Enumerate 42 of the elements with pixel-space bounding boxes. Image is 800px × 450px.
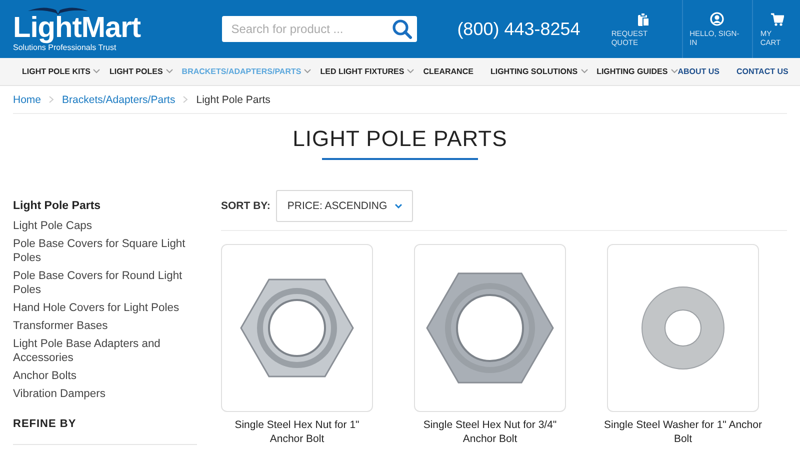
search-field[interactable]: Search for product ... bbox=[222, 16, 388, 42]
breadcrumb-link[interactable]: Brackets/Adapters/Parts bbox=[62, 94, 176, 106]
page-title: LIGHT POLE PARTS bbox=[292, 126, 508, 152]
category-link[interactable]: Pole Base Covers for Square Light Poles bbox=[13, 235, 197, 267]
search-icon bbox=[392, 19, 412, 39]
category-link[interactable]: Light Pole Caps bbox=[13, 217, 197, 235]
category-link[interactable]: Light Pole Base Adapters and Accessories bbox=[13, 335, 197, 367]
logo-wordmark[interactable]: LightMart bbox=[13, 14, 210, 42]
nav-link[interactable]: LIGHT POLE KITS bbox=[22, 67, 100, 76]
category-link[interactable]: Vibration Dampers bbox=[13, 385, 197, 403]
breadcrumb-link[interactable]: Home bbox=[13, 94, 42, 106]
category-link[interactable]: Hand Hole Covers for Light Poles bbox=[13, 299, 197, 317]
nav-link[interactable]: LED LIGHT FIXTURES bbox=[320, 67, 414, 76]
product-title[interactable]: Single Steel Hex Nut for 3/4" Anchor Bolt bbox=[410, 418, 570, 446]
product-image-frame[interactable] bbox=[414, 244, 566, 412]
category-link[interactable]: Anchor Bolts bbox=[13, 367, 197, 385]
sort-dropdown[interactable]: PRICE: ASCENDING bbox=[276, 190, 414, 222]
sidebar-heading: Light Pole Parts bbox=[13, 200, 102, 212]
breadcrumb-current: Light Pole Parts bbox=[196, 94, 270, 106]
category-link[interactable]: Pole Base Covers for Round Light Poles bbox=[13, 267, 197, 299]
nav-link[interactable]: CONTACT US bbox=[736, 67, 788, 76]
nav-link[interactable]: LIGHT POLES bbox=[109, 67, 173, 76]
nav-link[interactable]: CLEARANCE bbox=[423, 67, 474, 76]
logo-tagline: Solutions Professionals Trust bbox=[13, 42, 116, 52]
clipboard-icon bbox=[636, 12, 650, 26]
sort-label: SORT BY: bbox=[221, 200, 270, 212]
nav-link[interactable]: ABOUT US bbox=[678, 67, 720, 76]
product-title[interactable]: Single Steel Hex Nut for 1" Anchor Bolt bbox=[217, 418, 377, 446]
chevron-down-icon bbox=[395, 204, 402, 208]
chevron-right-icon bbox=[49, 96, 54, 103]
chevron-right-icon bbox=[183, 96, 188, 103]
refine-heading: REFINE BY bbox=[13, 418, 78, 430]
category-link[interactable]: Transformer Bases bbox=[13, 317, 197, 335]
product-image-frame[interactable] bbox=[607, 244, 759, 412]
nav-link[interactable]: LIGHTING SOLUTIONS bbox=[490, 67, 588, 76]
product-image-frame[interactable] bbox=[221, 244, 373, 412]
search-button[interactable] bbox=[387, 16, 418, 42]
user-icon bbox=[710, 12, 724, 26]
phone-number[interactable]: (800) 443-8254 bbox=[457, 18, 604, 40]
cart-icon bbox=[770, 12, 784, 26]
product-title[interactable]: Single Steel Washer for 1" Anchor Bolt bbox=[603, 418, 763, 446]
nav-link[interactable]: LIGHTING GUIDES bbox=[596, 67, 678, 76]
